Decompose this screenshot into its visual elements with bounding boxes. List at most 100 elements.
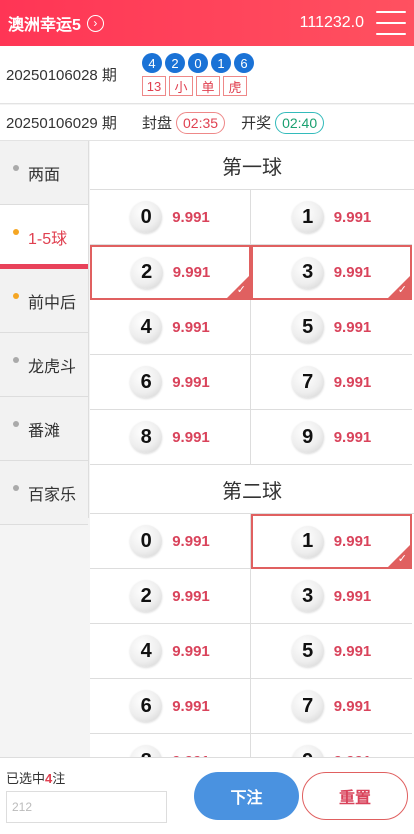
bet-option[interactable]: 7 9.991 (251, 355, 412, 410)
odds-value: 9.991 (172, 208, 210, 226)
number-ball: 1 (291, 201, 324, 233)
result-tag: 小 (169, 76, 193, 96)
bullet-dot-icon (13, 229, 19, 235)
balance: 111232.0 (299, 14, 364, 31)
bullet-dot-icon (13, 421, 19, 427)
bet-amount-input[interactable] (6, 791, 167, 823)
bet-option[interactable]: 7 9.991 (251, 679, 412, 734)
checkmark-icon: ✓ (397, 553, 407, 565)
odds-value: 9.991 (333, 428, 372, 446)
bullet-dot-icon (13, 165, 19, 171)
number-ball: 2 (130, 256, 163, 289)
place-bet-button[interactable]: 下注 (194, 772, 299, 820)
sidebar-item[interactable]: 前中后 (0, 269, 88, 333)
bet-footer: 已选中4注 下注 重置 (0, 757, 414, 834)
odds-value: 9.991 (333, 697, 372, 715)
section-title: 第二球 (90, 465, 414, 513)
bet-option[interactable]: 89.991 (90, 410, 251, 465)
sidebar-item[interactable]: 1-5球 (0, 205, 88, 269)
reset-button[interactable]: 重置 (302, 772, 408, 820)
result-tag: 虎 (223, 76, 247, 96)
hamburger-menu-icon[interactable] (376, 11, 406, 35)
odds-value: 9.991 (172, 264, 211, 281)
bet-option[interactable]: 6 9.991 (90, 355, 251, 410)
odds-value: 9.991 (172, 373, 210, 391)
sidebar-item-label: 两面 (28, 166, 61, 184)
section-title: 第一球 (90, 141, 414, 189)
bet-option[interactable]: 6 9.991 (90, 679, 251, 734)
odds-value: 9.991 (333, 642, 372, 660)
bet-option[interactable]: 1 9.991 (251, 190, 412, 245)
bullet-dot-icon (13, 357, 19, 363)
result-ball: 6 (234, 53, 254, 73)
bullet-dot-icon (13, 293, 19, 299)
number-ball: 5 (291, 311, 324, 343)
number-ball: 6 (130, 690, 163, 722)
current-issue-number: 20250106029 期 (6, 115, 117, 132)
odds-value: 9.991 (172, 532, 210, 550)
last-draw-row: 20250106028 期 42016 13 小单虎 (0, 46, 414, 104)
sidebar-item[interactable]: 两面 (0, 141, 88, 205)
sidebar-item-label: 前中后 (28, 294, 77, 312)
play-type-sidebar: 两面 1-5球前中后龙虎斗番滩 百家乐 (0, 141, 89, 525)
bet-option[interactable]: 2 9.991 ✓ (90, 245, 251, 300)
number-ball: 1 (291, 525, 324, 558)
checkmark-icon: ✓ (236, 284, 246, 296)
bet-option[interactable]: 0 9.991 (90, 514, 251, 569)
bet-option[interactable]: 5 9.991 (251, 624, 412, 679)
number-ball: 3 (291, 580, 324, 612)
number-ball: 7 (291, 690, 324, 722)
sidebar-item-label: 1-5球 (28, 230, 68, 248)
app-header: 澳洲幸运5 › 111232.0 (0, 0, 414, 46)
result-tags: 13 小单虎 (142, 76, 254, 96)
current-draw-row: 20250106029 期 封盘 02:35 开奖 02:40 (0, 105, 414, 141)
sidebar-item[interactable]: 龙虎斗 (0, 333, 88, 397)
open-countdown: 02:40 (275, 111, 325, 134)
bet-option[interactable]: 4 9.991 (90, 300, 251, 355)
bet-option[interactable]: 3 9.991 (251, 569, 412, 624)
bet-option[interactable]: 99.991 (251, 734, 412, 757)
number-ball: 0 (130, 201, 163, 233)
bet-option[interactable]: 1 9.991 ✓ (251, 514, 412, 569)
number-ball: 6 (130, 366, 163, 398)
bet-option[interactable]: 0 9.991 (90, 190, 251, 245)
close-label: 封盘 (142, 115, 173, 132)
number-ball: 8 (130, 745, 163, 757)
number-ball: 9 (291, 745, 324, 757)
bet-option[interactable]: 3 9.991 ✓ (251, 245, 412, 300)
odds-value: 9.991 (172, 428, 210, 446)
number-ball: 0 (130, 525, 163, 557)
odds-value: 9.991 (333, 264, 372, 281)
number-ball: 7 (291, 366, 324, 398)
result-ball: 2 (165, 53, 185, 73)
number-ball: 4 (130, 635, 163, 667)
draw-result: 42016 13 小单虎 (142, 53, 254, 96)
bet-option[interactable]: 2 9.991 (90, 569, 251, 624)
bet-option[interactable]: 5 9.991 (251, 300, 412, 355)
odds-value: 9.991 (172, 642, 210, 660)
odds-value: 9.991 (333, 208, 372, 226)
bet-option[interactable]: 4 9.991 (90, 624, 251, 679)
number-ball: 4 (130, 311, 163, 343)
odds-value: 9.991 (333, 373, 372, 391)
result-tag: 13 (142, 76, 166, 96)
last-issue-number: 20250106028 期 (6, 67, 117, 84)
odds-value: 9.991 (333, 533, 372, 550)
bullet-dot-icon (13, 485, 19, 491)
number-ball: 9 (291, 421, 324, 453)
game-title[interactable]: 澳洲幸运5 (8, 11, 81, 35)
close-countdown: 02:35 (176, 111, 226, 134)
bet-option[interactable]: 9 9.991 (251, 410, 412, 465)
sidebar-item[interactable]: 百家乐 (0, 461, 88, 525)
number-ball: 2 (130, 580, 163, 612)
result-balls: 42016 (142, 53, 254, 73)
odds-value: 9.991 (172, 587, 210, 605)
sidebar-item[interactable]: 番滩 (0, 397, 88, 461)
result-ball: 4 (142, 53, 162, 73)
odds-value: 9.991 (333, 587, 372, 605)
odds-value: 9.991 (333, 318, 372, 336)
bet-board: 第一球 0 9.991 1 9.991 2 9.991 ✓ 3 9.991 ✓ 4 9.991 5 9.99… (90, 141, 414, 757)
chevron-right-circle-icon[interactable]: › (86, 14, 104, 32)
bet-option[interactable]: 89.991 (90, 734, 251, 757)
sidebar-item-label: 龙虎斗 (28, 358, 77, 376)
